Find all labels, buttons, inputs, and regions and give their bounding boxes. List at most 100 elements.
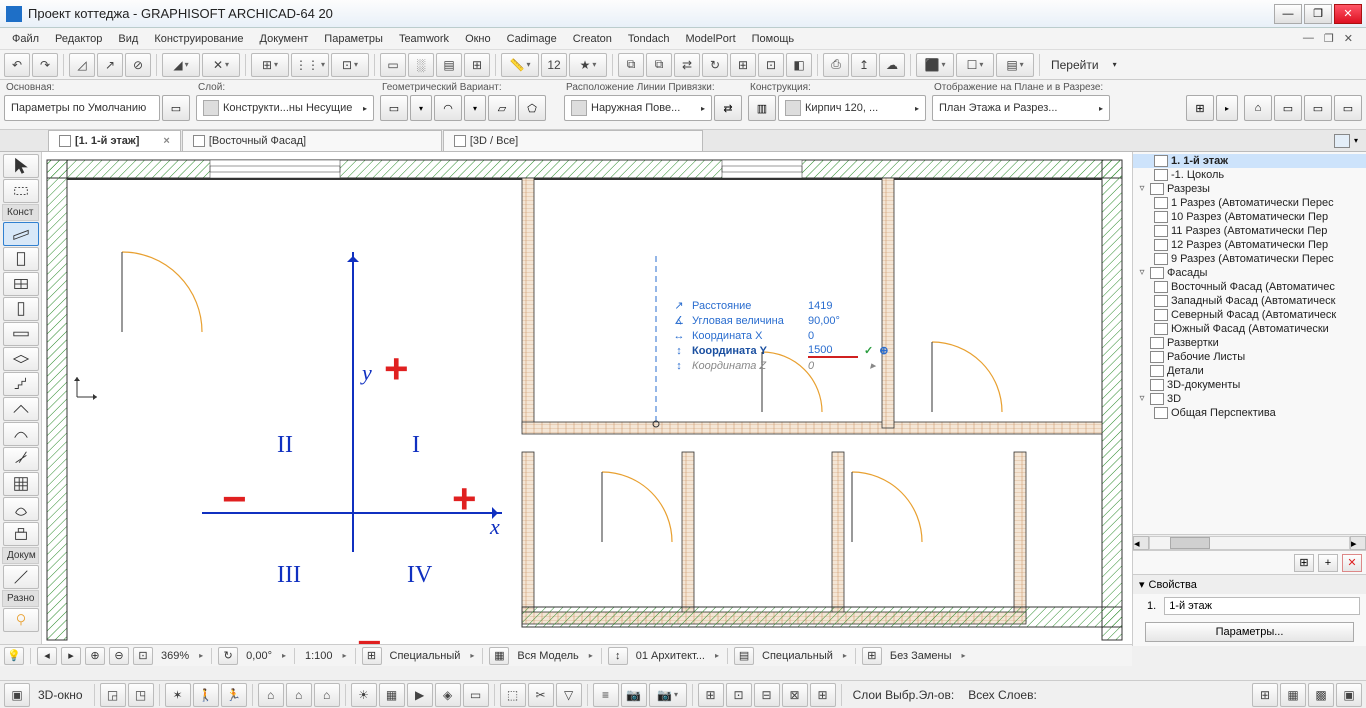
b-video[interactable]: ▭ <box>463 683 489 707</box>
nav-section-9[interactable]: 9 Разрез (Автоматически Перес <box>1133 252 1366 266</box>
t1-opt3-button[interactable]: ▤ <box>436 53 462 77</box>
lightbulb-button[interactable]: 💡 <box>4 647 24 665</box>
nav-sections[interactable]: ▿Разрезы <box>1133 182 1366 196</box>
b-snap3[interactable]: ⊟ <box>754 683 780 707</box>
b-snap5[interactable]: ⊞ <box>810 683 836 707</box>
zoom-out-button[interactable]: ⊖ <box>109 647 129 665</box>
model-ico[interactable]: ▦ <box>489 647 509 665</box>
params-button[interactable]: Параметры... <box>1145 622 1355 642</box>
nav-details[interactable]: Детали <box>1133 364 1366 378</box>
geom-straight-button[interactable]: ▭ <box>380 95 408 121</box>
nav-home-button[interactable]: ⌂ <box>1244 95 1272 121</box>
menu-creaton[interactable]: Creaton <box>565 30 620 48</box>
snap-button[interactable]: ✕▾ <box>202 53 240 77</box>
constr-select[interactable]: Кирпич 120, ...▸ <box>778 95 926 121</box>
lamp-tool[interactable] <box>3 608 39 632</box>
menu-document[interactable]: Документ <box>252 30 317 48</box>
t1-rect-button[interactable]: ▭ <box>380 53 406 77</box>
nav-new-button[interactable]: ⊞ <box>1294 554 1314 572</box>
nav-views-button[interactable]: ▭ <box>1274 95 1302 121</box>
angle-value[interactable]: 0,00° <box>242 650 276 662</box>
t1-opt4-button[interactable]: ⊞ <box>464 53 490 77</box>
tab-close-icon[interactable]: × <box>163 135 169 147</box>
guideline-button[interactable]: ◢▾ <box>162 53 200 77</box>
zoom-prev-button[interactable]: ◂ <box>37 647 57 665</box>
model-dd[interactable]: ▸ <box>587 651 595 660</box>
b-house3[interactable]: ⌂ <box>314 683 340 707</box>
b-play[interactable]: ▶ <box>407 683 433 707</box>
scroll-right-button[interactable]: ▸ <box>1350 536 1366 550</box>
mdi-restore[interactable]: ❐ <box>1321 32 1337 45</box>
b-run[interactable]: 🏃 <box>221 683 247 707</box>
trace-button[interactable]: ⧉ <box>618 53 644 77</box>
b-snap2[interactable]: ⊡ <box>726 683 752 707</box>
nav-section-12[interactable]: 12 Разрез (Автоматически Пер <box>1133 238 1366 252</box>
scroll-thumb[interactable] <box>1170 537 1210 549</box>
minimize-button[interactable]: — <box>1274 4 1302 24</box>
toolbox-group-razno[interactable]: Разно <box>2 590 39 607</box>
repl-value[interactable]: Без Замены <box>886 650 956 662</box>
display-select[interactable]: План Этажа и Разрез...▸ <box>932 95 1110 121</box>
zoom-value[interactable]: 369% <box>157 650 193 662</box>
geom-trap-button[interactable]: ▱ <box>488 95 516 121</box>
viewopts-button[interactable]: ☐▾ <box>956 53 994 77</box>
angle-dd[interactable]: ▸ <box>280 651 288 660</box>
b-r1[interactable]: ⊞ <box>1252 683 1278 707</box>
spec2-ico[interactable]: ▤ <box>734 647 754 665</box>
export-button[interactable]: ↥ <box>851 53 877 77</box>
nav-layouts-button[interactable]: ▭ <box>1304 95 1332 121</box>
nav-delete-button[interactable]: ✕ <box>1342 554 1362 572</box>
scale-value[interactable]: 1:100 <box>301 650 337 662</box>
b-sun[interactable]: ☀ <box>351 683 377 707</box>
t1-hidden-button[interactable]: ░ <box>408 53 434 77</box>
props-floor-name-input[interactable] <box>1164 597 1360 615</box>
b-camera-dd[interactable]: 📷▾ <box>649 683 687 707</box>
tracker[interactable]: ↗Расстояние1419 ∡Угловая величина90,00° … <box>672 298 888 373</box>
check-icon[interactable]: ✓ <box>864 344 873 357</box>
model-value[interactable]: Вся Модель <box>513 650 582 662</box>
window-tool[interactable] <box>3 272 39 296</box>
b-r3[interactable]: ▩ <box>1308 683 1334 707</box>
constr-type-button[interactable]: ▥ <box>748 95 776 121</box>
menu-options[interactable]: Параметры <box>316 30 391 48</box>
arrow-tool[interactable] <box>3 154 39 178</box>
nav-elev-south[interactable]: Южный Фасад (Автоматически <box>1133 322 1366 336</box>
b-photo[interactable]: ◈ <box>435 683 461 707</box>
link-button[interactable]: ⇄ <box>674 53 700 77</box>
b-marquee3d[interactable]: ⬚ <box>500 683 526 707</box>
morph-tool[interactable] <box>3 497 39 521</box>
flip-button[interactable]: ⇄ <box>714 95 742 121</box>
spec2-dd[interactable]: ▸ <box>841 651 849 660</box>
suspend-button[interactable]: ⊘ <box>125 53 151 77</box>
publish-button[interactable]: ⎙ <box>823 53 849 77</box>
trace2-button[interactable]: ⧉ <box>646 53 672 77</box>
nav-section-1[interactable]: 1 Разрез (Автоматически Перес <box>1133 196 1366 210</box>
nav-elev-west[interactable]: Западный Фасад (Автоматическ <box>1133 294 1366 308</box>
zoom-in-button[interactable]: ⊕ <box>85 647 105 665</box>
gridsnap-button[interactable]: ⋮⋮▾ <box>291 53 329 77</box>
zoom-next-button[interactable]: ▸ <box>61 647 81 665</box>
undo-button[interactable]: ↶ <box>4 53 30 77</box>
b-house2[interactable]: ⌂ <box>286 683 312 707</box>
sync-button[interactable]: ↻ <box>702 53 728 77</box>
tab-3d-all[interactable]: [3D / Все] <box>443 130 703 151</box>
menu-modelport[interactable]: ModelPort <box>678 30 744 48</box>
nav-3ddocs[interactable]: 3D-документы <box>1133 378 1366 392</box>
goto-label[interactable]: Перейти <box>1045 58 1105 72</box>
beam-tool[interactable] <box>3 322 39 346</box>
expand-icon[interactable]: ▸ <box>870 359 876 372</box>
repl-dd[interactable]: ▸ <box>960 651 968 660</box>
disp-dd[interactable]: ▸ <box>468 651 476 660</box>
line-tool[interactable] <box>3 565 39 589</box>
tab-east-facade[interactable]: [Восточный Фасад] <box>182 130 442 151</box>
menu-help[interactable]: Помощь <box>744 30 803 48</box>
tab-floor1[interactable]: [1. 1-й этаж] × <box>48 130 181 151</box>
b-camera[interactable]: 📷 <box>621 683 647 707</box>
refline-select[interactable]: Наружная Пове...▸ <box>564 95 712 121</box>
nav-elevations[interactable]: ▿Фасады <box>1133 266 1366 280</box>
geom-curve-button[interactable]: ◠ <box>434 95 462 121</box>
object-tool[interactable] <box>3 522 39 546</box>
nav-add-button[interactable]: + <box>1318 554 1338 572</box>
shell-tool[interactable] <box>3 422 39 446</box>
floor-plan-canvas[interactable]: y x I II III IV + + − − ↗Расстояние1419 … <box>42 152 1132 646</box>
